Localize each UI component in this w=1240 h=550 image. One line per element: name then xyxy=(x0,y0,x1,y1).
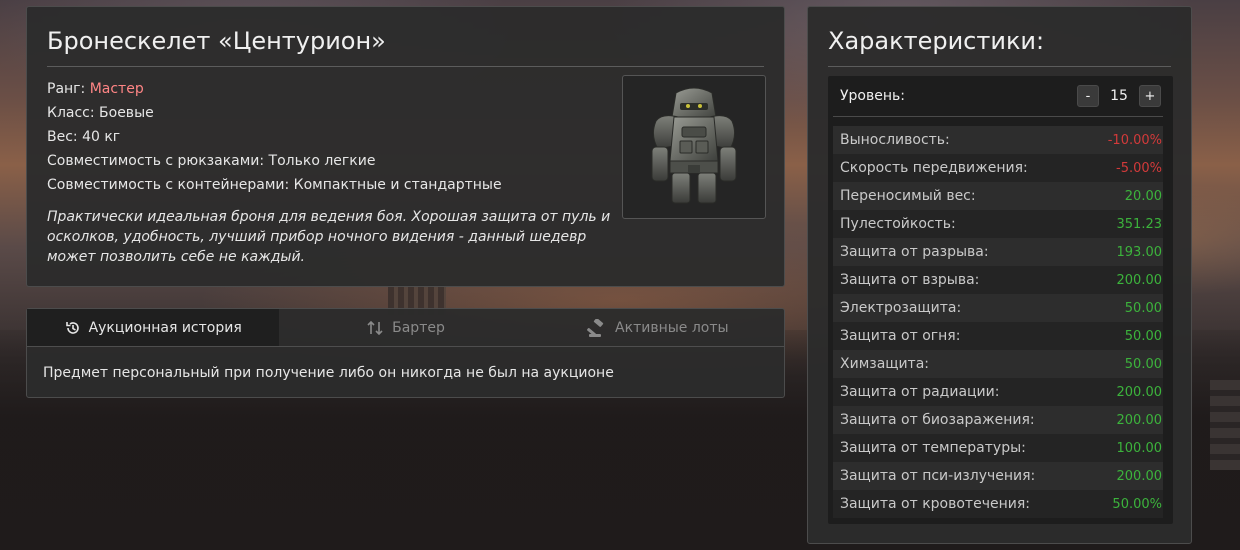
stat-row: Защита от температуры: 100.00 xyxy=(833,434,1163,462)
stat-row: Защита от кровотечения: 50.00% xyxy=(833,490,1163,518)
class-line: Класс: Боевые xyxy=(47,105,154,121)
stat-row: Химзащита: 50.00 xyxy=(833,350,1163,378)
stat-value: 200.00 xyxy=(1116,468,1163,484)
gavel-icon xyxy=(587,318,604,337)
item-title: Бронескелет «Центурион» xyxy=(47,27,386,55)
rank-value: Мастер xyxy=(89,81,144,97)
stat-value: 50.00% xyxy=(1112,496,1162,512)
stat-name: Переносимый вес: xyxy=(840,188,976,204)
weight-line: Вес: 40 кг xyxy=(47,129,121,145)
stat-value: 100.00 xyxy=(1116,440,1163,456)
stat-value: 200.00 xyxy=(1116,412,1163,428)
stat-row: Защита от разрыва: 193.00 xyxy=(833,238,1163,266)
stats-panel: Характеристики: Уровень: - 15 + Вынослив… xyxy=(807,6,1192,544)
stat-value: 50.00 xyxy=(1124,356,1162,372)
stat-name: Скорость передвижения: xyxy=(840,160,1028,176)
stat-row: Скорость передвижения: -5.00% xyxy=(833,154,1163,182)
tab-label: Активные лоты xyxy=(615,319,729,336)
title-divider xyxy=(47,66,764,67)
stat-row: Защита от радиации: 200.00 xyxy=(833,378,1163,406)
stat-value: 200.00 xyxy=(1116,272,1163,288)
stat-name: Защита от огня: xyxy=(840,328,961,344)
level-decrease-button[interactable]: - xyxy=(1077,85,1099,107)
stats-box: Уровень: - 15 + Выносливость: -10.00% Скор… xyxy=(828,76,1173,524)
stat-row: Защита от огня: 50.00 xyxy=(833,322,1163,350)
armor-exoskeleton-icon xyxy=(651,87,737,204)
container-compat-line: Совместимость с контейнерами: Компактные… xyxy=(47,177,502,193)
stat-row: Защита от биозаражения: 200.00 xyxy=(833,406,1163,434)
stat-value: 50.00 xyxy=(1124,300,1162,316)
stat-name: Защита от разрыва: xyxy=(840,244,989,260)
stat-name: Химзащита: xyxy=(840,356,930,372)
backpack-compat-line: Совместимость с рюкзаками: Только легкие xyxy=(47,153,376,169)
stat-name: Защита от кровотечения: xyxy=(840,496,1030,512)
stat-row: Электрозащита: 50.00 xyxy=(833,294,1163,322)
tab-auction-history[interactable]: Аукционная история xyxy=(27,309,280,346)
rank-line: Ранг: Мастер xyxy=(47,77,502,101)
auction-panel: Аукционная история Бартер Активные лоты … xyxy=(26,308,785,398)
stat-name: Защита от температуры: xyxy=(840,440,1026,456)
level-label: Уровень: xyxy=(840,88,905,104)
swap-arrows-icon xyxy=(367,320,383,335)
stat-value: 351.23 xyxy=(1116,216,1163,232)
stats-divider xyxy=(828,66,1171,67)
level-value: 15 xyxy=(1110,88,1128,104)
stat-row: Пулестойкость: 351.23 xyxy=(833,210,1163,238)
item-image xyxy=(622,75,766,219)
auction-message: Предмет персональный при получение либо … xyxy=(43,365,614,381)
background-structure xyxy=(1210,380,1240,470)
stat-row: Защита от пси-излучения: 200.00 xyxy=(833,462,1163,490)
item-description: Практически идеальная броня для ведения … xyxy=(47,209,611,265)
stat-name: Защита от биозаражения: xyxy=(840,412,1035,428)
stat-value: 200.00 xyxy=(1116,384,1163,400)
level-increase-button[interactable]: + xyxy=(1139,85,1161,107)
stat-name: Защита от радиации: xyxy=(840,384,1000,400)
stat-row: Защита от взрыва: 200.00 xyxy=(833,266,1163,294)
item-properties: Ранг: Мастер Класс: Боевые Вес: 40 кг Со… xyxy=(47,77,502,197)
stat-value: -10.00% xyxy=(1107,132,1162,148)
stat-list: Выносливость: -10.00% Скорость передвижени… xyxy=(833,126,1163,518)
stat-row: Выносливость: -10.00% xyxy=(833,126,1163,154)
level-row: Уровень: - 15 + xyxy=(828,76,1173,116)
rank-label: Ранг: xyxy=(47,81,90,97)
stat-name: Электрозащита: xyxy=(840,300,962,316)
tab-label: Аукционная история xyxy=(88,319,242,336)
item-info-panel: Бронескелет «Центурион» Ранг: Мастер Кла… xyxy=(26,6,785,287)
auction-tabs: Аукционная история Бартер Активные лоты xyxy=(27,309,784,347)
tab-barter[interactable]: Бартер xyxy=(279,309,531,346)
stat-value: 193.00 xyxy=(1116,244,1163,260)
stat-name: Защита от взрыва: xyxy=(840,272,980,288)
stat-value: 50.00 xyxy=(1124,328,1162,344)
tab-label: Бартер xyxy=(392,319,445,336)
stat-row: Переносимый вес: 20.00 xyxy=(833,182,1163,210)
stat-value: -5.00% xyxy=(1116,160,1162,176)
stat-name: Защита от пси-излучения: xyxy=(840,468,1036,484)
stat-name: Пулестойкость: xyxy=(840,216,956,232)
stats-title: Характеристики: xyxy=(828,27,1045,55)
history-icon xyxy=(65,321,79,334)
level-divider xyxy=(833,116,1163,117)
tab-active-lots[interactable]: Активные лоты xyxy=(532,309,784,346)
stat-value: 20.00 xyxy=(1124,188,1162,204)
stat-name: Выносливость: xyxy=(840,132,950,148)
